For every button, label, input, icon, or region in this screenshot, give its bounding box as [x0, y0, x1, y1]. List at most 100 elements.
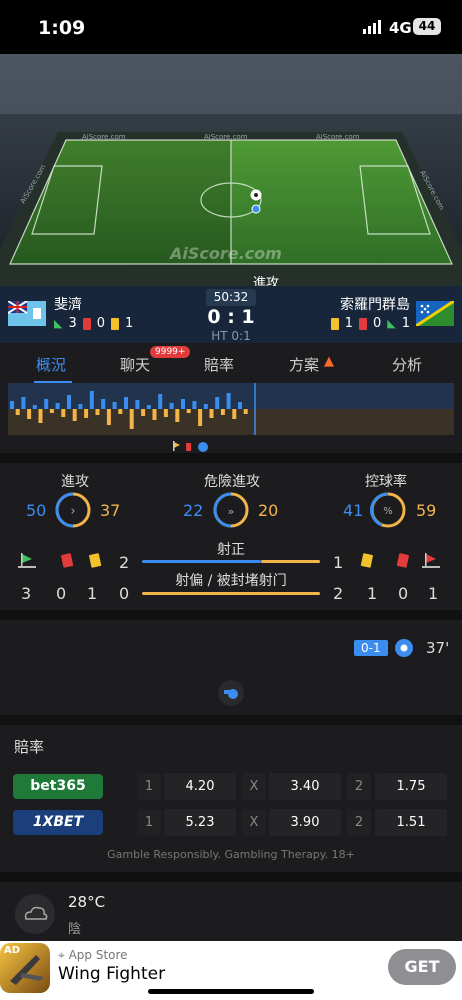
weather-temp: 28°C [68, 893, 106, 911]
ad-store-label: ⌖ App Store [58, 948, 128, 963]
momentum-bar [124, 397, 128, 409]
red-card-icon [82, 317, 91, 330]
bookmaker-1xbet[interactable]: 1XBET [13, 810, 103, 835]
get-button[interactable]: GET [388, 949, 456, 985]
momentum-bar [27, 409, 32, 419]
momentum-bar [129, 409, 134, 429]
signal-icon [363, 20, 381, 34]
odds-label: X [242, 809, 266, 836]
attacks-donut: › [55, 492, 91, 528]
away-summary: 1 0 ◣ 1 [330, 316, 410, 331]
odds-label: 2 [347, 773, 371, 800]
flame-icon: ▲ [324, 354, 334, 369]
home-reds: 0 [96, 316, 106, 331]
battery-icon: 44 [413, 18, 441, 35]
odds-home[interactable]: 4.20 [164, 773, 236, 800]
momentum-bar [169, 403, 174, 409]
momentum-bar [203, 404, 208, 409]
off-target-away: 2 [333, 584, 344, 603]
momentum-bar [232, 409, 237, 419]
on-target-label: 射正 [217, 542, 245, 558]
possession-donut: % [370, 492, 406, 528]
momentum-bar [106, 409, 111, 425]
pitch-event: 進攻 斐濟 [238, 272, 294, 286]
away-yellows: 1 [344, 316, 353, 331]
attacks-away: 37 [100, 501, 121, 520]
momentum-bar [146, 405, 151, 409]
momentum-bar [152, 409, 157, 420]
momentum-bar [243, 409, 248, 414]
momentum-bar [141, 409, 146, 416]
momentum-bar [95, 409, 100, 415]
momentum-bar [220, 409, 225, 415]
momentum-bar [32, 405, 37, 409]
live-pitch: AiScore.com AiScore.com AiScore.com AiSc… [0, 54, 462, 286]
off-target-label: 射偏 / 被封堵射门 [175, 573, 287, 589]
section-divider [0, 715, 462, 725]
momentum-bar [186, 409, 191, 413]
yellow-card-icon [330, 317, 339, 330]
event-timeline: 0-1 37' [0, 620, 462, 715]
momentum-bar [118, 409, 123, 414]
off-target-bar [142, 592, 320, 595]
home-team-name[interactable]: 斐濟 [54, 294, 82, 314]
game-app-icon[interactable]: AD [0, 943, 50, 993]
home-corners-count: 3 [21, 584, 32, 603]
odds-away[interactable]: 1.51 [375, 809, 447, 836]
ad-title[interactable]: Wing Fighter [58, 964, 165, 984]
away-reds: 0 [372, 316, 382, 331]
fiji-flag-icon [7, 300, 46, 326]
home-indicator [148, 989, 314, 994]
scoreline: 0 : 1 [207, 306, 255, 328]
momentum-bar [38, 409, 43, 423]
tab-analysis[interactable]: 分析 [392, 354, 422, 375]
odds-section: 賠率 bet365 1 4.20 X 3.40 2 1.75 1XBET 1 5… [0, 725, 462, 872]
momentum-bar [226, 393, 231, 409]
momentum-bar [67, 395, 71, 409]
momentum-bar [215, 397, 220, 409]
momentum-timeline [0, 383, 462, 453]
gambling-disclaimer[interactable]: Gamble Responsibly. Gambling Therapy. 18… [0, 848, 462, 861]
tab-odds[interactable]: 賠率 [204, 354, 234, 375]
app-store-icon: ⌖ [58, 948, 69, 962]
momentum-bar [101, 399, 106, 409]
odds-home[interactable]: 5.23 [164, 809, 236, 836]
momentum-bar [44, 399, 49, 409]
momentum-bar [163, 409, 168, 417]
section-divider [0, 872, 462, 882]
section-divider [0, 610, 462, 620]
home-corners: 3 [68, 316, 77, 331]
pitch-ad-3: AiScore.com [316, 133, 360, 141]
yellow-card-icon [111, 317, 120, 330]
bookmaker-bet365[interactable]: bet365 [13, 774, 103, 799]
ball-icon [250, 189, 262, 201]
momentum-bar [112, 402, 117, 409]
away-team-name[interactable]: 索羅門群島 [340, 294, 410, 314]
half-time-score: HT 0:1 [211, 329, 251, 343]
odds-draw[interactable]: 3.40 [269, 773, 341, 800]
momentum-bar [238, 402, 242, 409]
chat-badge: 9999+ [150, 346, 191, 358]
attacks-label: 進攻 [61, 474, 89, 490]
momentum-bar [49, 409, 54, 413]
weather-desc: 陰 [68, 922, 82, 937]
off-target-home: 0 [119, 584, 130, 603]
momentum-bar [135, 400, 140, 409]
home-yellows: 1 [125, 316, 134, 331]
tab-overview[interactable]: 概況 [36, 354, 66, 375]
home-yellows-count: 1 [87, 584, 98, 603]
svg-text:›: › [70, 504, 75, 519]
tab-chat[interactable]: 聊天 [120, 354, 150, 375]
momentum-bar [158, 394, 163, 409]
attacks-home: 50 [26, 501, 47, 520]
tab-tips[interactable]: 方案 [289, 354, 319, 375]
event-minute: 37' [426, 639, 450, 657]
odds-draw[interactable]: 3.90 [269, 809, 341, 836]
odds-away[interactable]: 1.75 [375, 773, 447, 800]
status-time: 1:09 [38, 17, 86, 39]
away-yellows-count: 1 [367, 584, 378, 603]
possession-label: 控球率 [365, 474, 407, 490]
event-marker [251, 204, 261, 214]
scoreboard: 斐濟 ◣ 3 0 1 50:32 0 : 1 HT 0:1 索羅門群島 1 0 … [0, 286, 462, 343]
status-bar: 1:09 4G 44 [0, 0, 462, 54]
